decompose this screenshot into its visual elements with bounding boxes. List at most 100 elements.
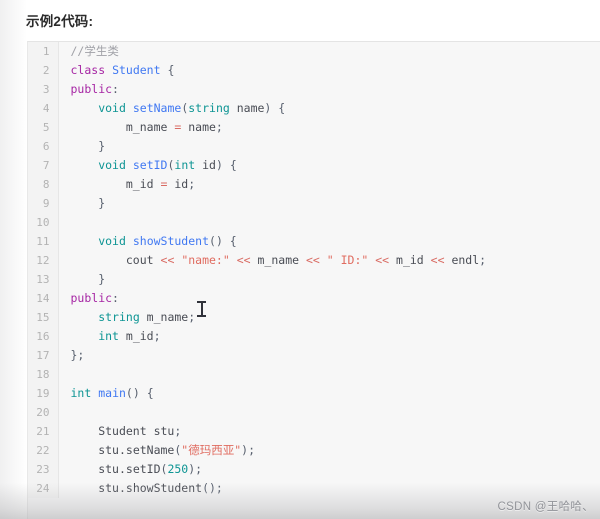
line-number: 12 [28, 251, 59, 270]
line-number: 16 [28, 327, 59, 346]
code-line: 15 string m_name; [28, 308, 600, 327]
page-root: 示例2代码: 1 //学生类 2 class Student {3 public: 4 v… [0, 0, 600, 519]
line-number: 10 [28, 213, 59, 232]
code-token: void [98, 101, 126, 115]
code-token: (); [202, 481, 223, 495]
code-line-content[interactable]: int m_id; [58, 327, 600, 346]
code-line: 20 [28, 403, 600, 422]
code-line: 5 m_name = name; [28, 118, 600, 137]
code-line-content[interactable]: m_name = name; [58, 118, 600, 137]
code-token: setID [132, 158, 168, 172]
code-token: string [188, 101, 230, 115]
code-token: int [98, 329, 119, 343]
code-token: int [70, 386, 92, 400]
line-number: 8 [28, 175, 59, 194]
code-line: 1 //学生类 [28, 42, 600, 61]
code-token: m_id [389, 253, 431, 267]
line-number: 7 [28, 156, 59, 175]
code-token: setName [132, 101, 182, 115]
code-line-content[interactable]: public: [58, 80, 600, 99]
code-line-content[interactable]: cout << "name:" << m_name << " ID:" << m… [58, 251, 600, 270]
code-line-content[interactable] [58, 365, 600, 384]
line-number: 22 [28, 441, 59, 460]
left-vignette [0, 0, 27, 519]
code-line: 3 public: [28, 80, 600, 99]
code-token: m_name [250, 253, 306, 267]
code-token: ; [479, 253, 487, 267]
code-line-content[interactable]: void showStudent() { [58, 232, 600, 251]
code-line-content[interactable]: int main() { [58, 384, 600, 403]
code-line-content[interactable]: void setName(string name) { [58, 99, 600, 118]
line-number: 5 [28, 118, 59, 137]
code-token: void [98, 234, 126, 248]
code-line: 14 public: [28, 289, 600, 308]
line-number: 20 [28, 403, 59, 422]
code-token: " ID:" [326, 253, 369, 267]
code-token: class [70, 63, 106, 77]
code-line: 12 cout << "name:" << m_name << " ID:" <… [28, 251, 600, 270]
line-number: 6 [28, 137, 59, 156]
code-token: endl [444, 253, 480, 267]
code-token: }; [70, 348, 85, 362]
code-line-content[interactable]: void setID(int id) { [58, 156, 600, 175]
code-line-content[interactable]: } [58, 137, 600, 156]
line-number: 21 [28, 422, 59, 441]
code-line: 23 stu.setID(250); [28, 460, 600, 479]
code-line-content[interactable]: }; [58, 346, 600, 365]
page-title: 示例2代码: [26, 14, 94, 29]
code-line-content[interactable] [58, 213, 600, 232]
code-line-content[interactable]: string m_name; [58, 308, 600, 327]
code-line-content[interactable] [58, 403, 600, 422]
code-line: 11 void showStudent() { [28, 232, 600, 251]
code-line-content[interactable]: stu.setName("德玛西亚"); [58, 441, 600, 460]
code-token: "name:" [181, 253, 230, 267]
code-lines-body: 1 //学生类 2 class Student {3 public: 4 void set… [28, 42, 600, 498]
line-number: 11 [28, 232, 59, 251]
code-token: showStudent [125, 481, 203, 495]
code-token: //学生类 [70, 44, 119, 58]
code-token: string [98, 310, 140, 324]
code-token: ) { [215, 158, 237, 172]
code-line-content[interactable]: m_id = id; [58, 175, 600, 194]
code-token: ); [188, 462, 203, 476]
code-token: id [167, 177, 189, 191]
line-number: 1 [28, 42, 59, 61]
code-token: public [70, 82, 113, 96]
code-token: showStudent [132, 234, 210, 248]
code-line-content[interactable]: stu.setID(250); [58, 460, 600, 479]
code-line-content[interactable]: } [58, 270, 600, 289]
code-line: 6 } [28, 137, 600, 156]
code-line-content[interactable]: class Student { [58, 61, 600, 80]
code-line-content[interactable]: //学生类 [58, 42, 600, 61]
code-token: ) { [264, 101, 286, 115]
code-token: ; [188, 177, 196, 191]
code-line-content[interactable]: } [58, 194, 600, 213]
line-number: 9 [28, 194, 59, 213]
code-line: 10 [28, 213, 600, 232]
code-token: Student stu [70, 424, 175, 438]
line-number: 2 [28, 61, 59, 80]
code-block[interactable]: 1 //学生类 2 class Student {3 public: 4 void set… [27, 41, 600, 519]
code-token: setName [125, 443, 175, 457]
line-number: 23 [28, 460, 59, 479]
code-line: 2 class Student { [28, 61, 600, 80]
code-line-content[interactable]: stu.showStudent(); [58, 479, 600, 498]
code-token: name [229, 101, 265, 115]
code-token: stu. [70, 462, 126, 476]
code-line-content[interactable]: Student stu; [58, 422, 600, 441]
code-line: 24 stu.showStudent(); [28, 479, 600, 498]
code-token: name [181, 120, 216, 134]
code-token: { [160, 63, 175, 77]
code-token: ); [241, 443, 256, 457]
line-number: 4 [28, 99, 59, 118]
code-token: << [375, 253, 390, 267]
code-line: 19 int main() { [28, 384, 600, 403]
code-token: () { [125, 386, 154, 400]
code-line-content[interactable]: public: [58, 289, 600, 308]
code-line: 17}; [28, 346, 600, 365]
